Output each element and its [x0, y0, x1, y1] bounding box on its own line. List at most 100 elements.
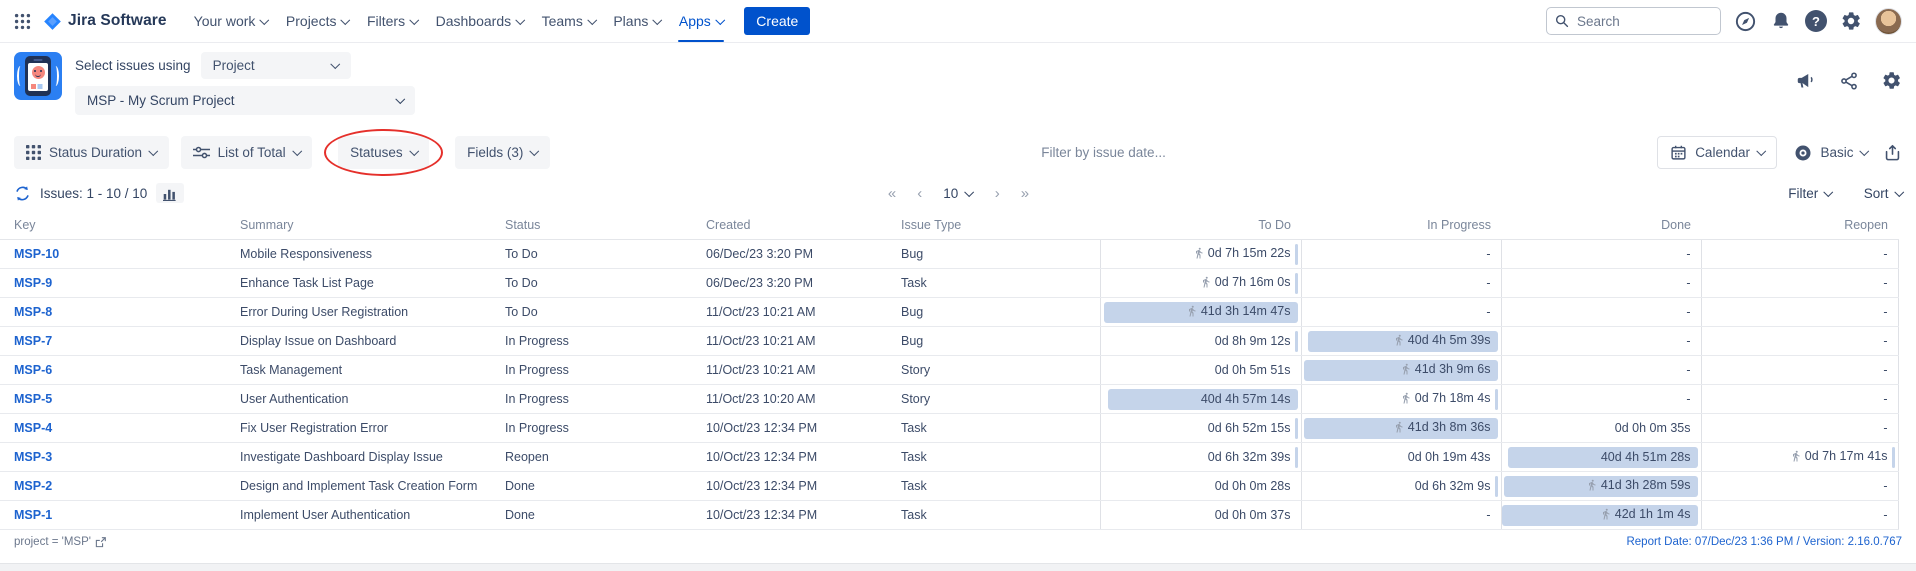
- pagination: « ‹ 10 › »: [888, 185, 1029, 202]
- running-status-icon: [1195, 247, 1203, 259]
- chevron-down-icon: [409, 14, 419, 25]
- refresh-icon[interactable]: [14, 185, 31, 202]
- notifications-bell-icon[interactable]: [1770, 10, 1792, 32]
- table-row: MSP-10 Mobile Responsiveness To Do 06/Dec/2…: [0, 239, 1899, 269]
- status-cell: Done: [505, 471, 706, 501]
- share-icon[interactable]: [1839, 71, 1859, 91]
- feedback-megaphone-icon[interactable]: [1796, 70, 1817, 91]
- app-switcher-icon[interactable]: [14, 13, 31, 30]
- summary-cell: User Authentication: [240, 384, 505, 414]
- issues-control-bar: Issues: 1 - 10 / 10 « ‹ 10 › » Filter So…: [0, 181, 1916, 211]
- issue-key-link[interactable]: MSP-8: [0, 297, 240, 327]
- duration-cell-reopen: 0d 7h 17m 41s: [1700, 442, 1899, 472]
- discover-icon[interactable]: [1734, 10, 1757, 33]
- page-size-select[interactable]: 10: [943, 186, 975, 201]
- duration-cell-to-do: 0d 6h 52m 15s: [1099, 413, 1301, 443]
- nav-item-your-work[interactable]: Your work: [185, 0, 277, 42]
- column-header-status[interactable]: Status: [505, 211, 706, 240]
- nav-item-projects[interactable]: Projects: [277, 0, 358, 42]
- column-header-key[interactable]: Key: [0, 211, 240, 240]
- issue-type-cell: Bug: [901, 297, 1100, 327]
- prev-page-button[interactable]: ‹: [917, 185, 922, 202]
- time-unit-dropdown[interactable]: Calendar: [1657, 136, 1778, 169]
- duration-cell-in-progress: 40d 4h 5m 39s: [1300, 326, 1501, 356]
- status-cell: In Progress: [505, 384, 706, 414]
- settings-gear-icon[interactable]: [1840, 10, 1862, 32]
- chevron-down-icon: [292, 146, 302, 156]
- column-header-done[interactable]: Done: [1501, 211, 1701, 240]
- column-header-summary[interactable]: Summary: [240, 211, 505, 240]
- duration-cell-done: 40d 4h 51m 28s: [1500, 442, 1701, 472]
- column-header-to-do[interactable]: To Do: [1100, 211, 1301, 240]
- export-icon[interactable]: [1883, 143, 1902, 162]
- top-navigation-bar: Jira Software Your work Projects Filters Da…: [0, 0, 1916, 43]
- nav-item-dashboards[interactable]: Dashboards: [427, 0, 533, 42]
- duration-cell-to-do: 0d 0h 0m 37s: [1099, 500, 1301, 530]
- jql-link[interactable]: project = 'MSP': [14, 536, 106, 548]
- user-avatar[interactable]: [1875, 7, 1902, 35]
- created-cell: 11/Oct/23 10:21 AM: [706, 355, 901, 385]
- chevron-down-icon: [715, 14, 725, 25]
- first-page-button[interactable]: «: [888, 185, 896, 202]
- column-header-issue-type[interactable]: Issue Type: [901, 211, 1100, 240]
- sort-dropdown[interactable]: Sort: [1864, 186, 1904, 201]
- column-header-reopen[interactable]: Reopen: [1701, 211, 1898, 240]
- running-status-icon: [1588, 479, 1596, 491]
- statuses-dropdown[interactable]: Statuses: [338, 136, 430, 169]
- duration-cell-in-progress: -: [1300, 297, 1501, 327]
- search-input[interactable]: [1546, 7, 1721, 35]
- issue-key-link[interactable]: MSP-7: [0, 326, 240, 356]
- column-header-in-progress[interactable]: In Progress: [1301, 211, 1501, 240]
- project-select[interactable]: MSP - My Scrum Project: [75, 86, 415, 115]
- issue-key-link[interactable]: MSP-10: [0, 239, 240, 269]
- created-cell: 10/Oct/23 12:34 PM: [706, 413, 901, 443]
- report-settings-gear-icon[interactable]: [1881, 70, 1902, 91]
- status-cell: To Do: [505, 239, 706, 269]
- issue-key-link[interactable]: MSP-4: [0, 413, 240, 443]
- duration-cell-in-progress: -: [1300, 239, 1501, 269]
- nav-item-teams[interactable]: Teams: [533, 0, 605, 42]
- duration-cell-to-do: 0d 0h 0m 28s: [1099, 471, 1301, 501]
- summary-cell: Enhance Task List Page: [240, 268, 505, 298]
- help-icon[interactable]: ?: [1805, 10, 1827, 32]
- filter-dropdown[interactable]: Filter: [1788, 186, 1834, 201]
- created-cell: 10/Oct/23 12:34 PM: [706, 500, 901, 530]
- global-search[interactable]: [1546, 7, 1721, 35]
- issue-key-link[interactable]: MSP-1: [0, 500, 240, 530]
- jira-logo[interactable]: Jira Software: [43, 12, 167, 31]
- issue-source-select[interactable]: Project: [200, 52, 351, 79]
- bottom-scrollbar-track[interactable]: [0, 563, 1916, 571]
- issue-key-link[interactable]: MSP-3: [0, 442, 240, 472]
- chart-view-button[interactable]: [156, 183, 185, 203]
- nav-item-apps[interactable]: Apps: [670, 0, 732, 42]
- chevron-down-icon: [1823, 186, 1834, 197]
- duration-cell-reopen: -: [1700, 239, 1899, 269]
- duration-cell-in-progress: -: [1300, 500, 1501, 530]
- issue-key-link[interactable]: MSP-9: [0, 268, 240, 298]
- duration-cell-done: 41d 3h 28m 59s: [1500, 471, 1701, 501]
- aggregation-dropdown[interactable]: List of Total: [180, 136, 313, 169]
- column-header-created[interactable]: Created: [706, 211, 901, 240]
- issue-key-link[interactable]: MSP-6: [0, 355, 240, 385]
- last-page-button[interactable]: »: [1021, 185, 1029, 202]
- nav-item-plans[interactable]: Plans: [604, 0, 670, 42]
- duration-cell-reopen: -: [1700, 268, 1899, 298]
- issue-type-cell: Bug: [901, 326, 1100, 356]
- fields-dropdown[interactable]: Fields (3): [455, 136, 550, 169]
- select-issues-label: Select issues using: [75, 58, 191, 73]
- running-status-icon: [1202, 276, 1210, 288]
- report-type-dropdown[interactable]: Status Duration: [14, 136, 169, 169]
- duration-cell-in-progress: 41d 3h 9m 6s: [1300, 355, 1501, 385]
- report-footer: project = 'MSP' Report Date: 07/Dec/23 1…: [0, 530, 1916, 553]
- duration-cell-reopen: -: [1700, 471, 1899, 501]
- next-page-button[interactable]: ›: [995, 185, 1000, 202]
- issues-count: Issues: 1 - 10 / 10: [40, 185, 148, 201]
- issue-date-filter[interactable]: Filter by issue date...: [562, 145, 1645, 160]
- view-detail-dropdown[interactable]: Basic: [1793, 143, 1869, 163]
- chevron-down-icon: [330, 59, 340, 69]
- create-button[interactable]: Create: [744, 7, 811, 35]
- issue-key-link[interactable]: MSP-5: [0, 384, 240, 414]
- issue-key-link[interactable]: MSP-2: [0, 471, 240, 501]
- duration-cell-in-progress: 0d 6h 32m 9s: [1300, 471, 1501, 501]
- nav-item-filters[interactable]: Filters: [358, 0, 427, 42]
